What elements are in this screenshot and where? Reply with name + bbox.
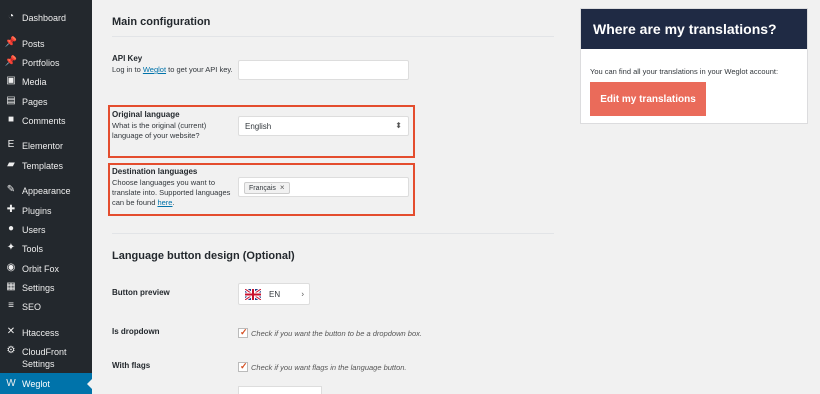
- sidebar-item-label: Media: [22, 77, 47, 87]
- sidebar-item-seo[interactable]: ≡ SEO: [0, 301, 92, 315]
- sidebar-item-label: Tools: [22, 244, 44, 254]
- original-language-select[interactable]: English ⬍: [238, 116, 409, 136]
- section-divider: [112, 36, 554, 37]
- folder-icon: ▰: [7, 159, 15, 170]
- weglot-link[interactable]: Weglot: [143, 65, 166, 74]
- edit-my-translations-button[interactable]: Edit my translations: [590, 82, 706, 116]
- sidebar-item-users[interactable]: ● Users: [0, 224, 92, 238]
- media-icon: ▣: [6, 75, 16, 86]
- translations-card-text: You can find all your translations in yo…: [590, 67, 779, 76]
- user-icon: ●: [7, 223, 15, 234]
- translations-card: Where are my translations? You can find …: [580, 8, 808, 124]
- sidebar-item-htaccess[interactable]: ✕ Htaccess: [0, 327, 92, 341]
- button-preview-label: Button preview: [112, 288, 170, 297]
- is-dropdown-checkbox[interactable]: [238, 327, 248, 338]
- sidebar-item-dashboard[interactable]: ◔ Dashboard: [0, 12, 92, 26]
- with-flags-checkbox[interactable]: [238, 361, 248, 372]
- pushpin-icon: 📌: [4, 56, 18, 67]
- sidebar-item-label: Pages: [22, 97, 48, 107]
- paintbrush-icon: ✎: [6, 184, 16, 195]
- api-key-description: Log in to Weglot to get your API key.: [112, 65, 236, 75]
- sidebar-item-label: Users: [22, 225, 46, 235]
- sidebar-item-label: Comments: [22, 116, 66, 126]
- sidebar-item-plugins[interactable]: ✚ Plugins: [0, 205, 92, 219]
- sidebar-item-elementor[interactable]: E Elementor: [0, 140, 92, 154]
- weglot-settings-screen: ◔ Dashboard 📌 Posts 📌 Portfolios ▣ Media…: [0, 0, 820, 394]
- api-key-input[interactable]: [238, 60, 409, 80]
- sidebar-item-settings[interactable]: ▦ Settings: [0, 282, 92, 296]
- remove-tag-icon[interactable]: ×: [280, 184, 285, 192]
- sidebar-item-label: Settings: [22, 283, 55, 293]
- uk-flag-icon: [245, 288, 261, 300]
- sidebar-item-label: CloudFront Settings: [22, 347, 67, 369]
- admin-sidebar: ◔ Dashboard 📌 Posts 📌 Portfolios ▣ Media…: [0, 0, 92, 394]
- supported-languages-link[interactable]: here: [157, 198, 172, 207]
- gear-icon: ⚙: [6, 345, 16, 356]
- sidebar-item-label: Elementor: [22, 141, 64, 151]
- api-key-desc-suffix: to get your API key.: [166, 65, 233, 74]
- translations-card-title: Where are my translations?: [581, 9, 807, 49]
- plugin-icon: ✚: [6, 204, 16, 215]
- sidebar-item-label: Htaccess: [22, 328, 60, 338]
- comment-icon: ■: [7, 114, 15, 125]
- sidebar-item-label: Templates: [22, 161, 64, 171]
- preview-language-code: EN: [269, 289, 281, 299]
- original-language-label: Original language: [112, 110, 180, 119]
- is-dropdown-label: Is dropdown: [112, 327, 160, 336]
- select-caret-icon: ⬍: [395, 121, 402, 130]
- fox-icon: ◉: [6, 262, 16, 273]
- sidebar-item-label: Plugins: [22, 206, 52, 216]
- is-dropdown-help: Check if you want the button to be a dro…: [251, 329, 422, 338]
- sidebar-item-orbit-fox[interactable]: ◉ Orbit Fox: [0, 263, 92, 277]
- htaccess-icon: ✕: [6, 326, 16, 337]
- sidebar-item-pages[interactable]: ▤ Pages: [0, 96, 92, 110]
- destination-languages-desc-suffix: .: [172, 198, 175, 207]
- sidebar-item-weglot[interactable]: W Weglot: [0, 373, 92, 394]
- with-flags-label: With flags: [112, 361, 151, 370]
- language-tag-label: Français: [249, 184, 276, 192]
- main-configuration-title: Main configuration: [112, 16, 211, 28]
- pages-icon: ▤: [6, 95, 16, 106]
- section-divider: [112, 233, 554, 234]
- original-language-value: English: [245, 121, 272, 131]
- pushpin-icon: 📌: [4, 37, 18, 48]
- sidebar-item-templates[interactable]: ▰ Templates: [0, 160, 92, 174]
- language-tag: Français ×: [244, 182, 290, 194]
- sidebar-item-label: Weglot: [22, 378, 50, 389]
- sidebar-item-label: Orbit Fox: [22, 264, 60, 274]
- sidebar-item-comments[interactable]: ■ Comments: [0, 115, 92, 129]
- original-language-description: What is the original (current) language …: [112, 121, 207, 140]
- sidebar-item-label: Dashboard: [22, 13, 67, 23]
- language-button-design-title: Language button design (Optional): [112, 250, 295, 262]
- destination-languages-label: Destination languages: [112, 167, 198, 176]
- sidebar-item-label: SEO: [22, 302, 42, 312]
- sidebar-item-portfolios[interactable]: 📌 Portfolios: [0, 57, 92, 71]
- elementor-icon: E: [7, 139, 15, 150]
- sidebar-item-media[interactable]: ▣ Media: [0, 76, 92, 90]
- wrench-icon: ✦: [6, 242, 16, 253]
- weglot-icon: W: [6, 377, 16, 389]
- sidebar-item-label: Posts: [22, 39, 45, 49]
- sidebar-item-appearance[interactable]: ✎ Appearance: [0, 185, 92, 199]
- settings-icon: ▦: [6, 281, 16, 292]
- partial-input-field[interactable]: [238, 386, 322, 394]
- chevron-right-icon: ›: [301, 289, 304, 299]
- seo-icon: ≡: [8, 300, 14, 311]
- dashboard-icon: ◔: [7, 11, 15, 22]
- destination-languages-input[interactable]: Français ×: [238, 177, 409, 197]
- destination-languages-description: Choose languages you want to translate i…: [112, 178, 238, 208]
- language-button-preview[interactable]: EN ›: [238, 283, 310, 305]
- sidebar-item-label: Appearance: [22, 186, 71, 196]
- api-key-label: API Key: [112, 54, 143, 63]
- api-key-desc-prefix: Log in to: [112, 65, 143, 74]
- sidebar-item-label: Portfolios: [22, 58, 60, 68]
- sidebar-item-tools[interactable]: ✦ Tools: [0, 243, 92, 257]
- sidebar-item-cloudfront-settings[interactable]: ⚙ CloudFront Settings: [0, 346, 92, 370]
- with-flags-help: Check if you want flags in the language …: [251, 363, 407, 372]
- sidebar-item-posts[interactable]: 📌 Posts: [0, 38, 92, 52]
